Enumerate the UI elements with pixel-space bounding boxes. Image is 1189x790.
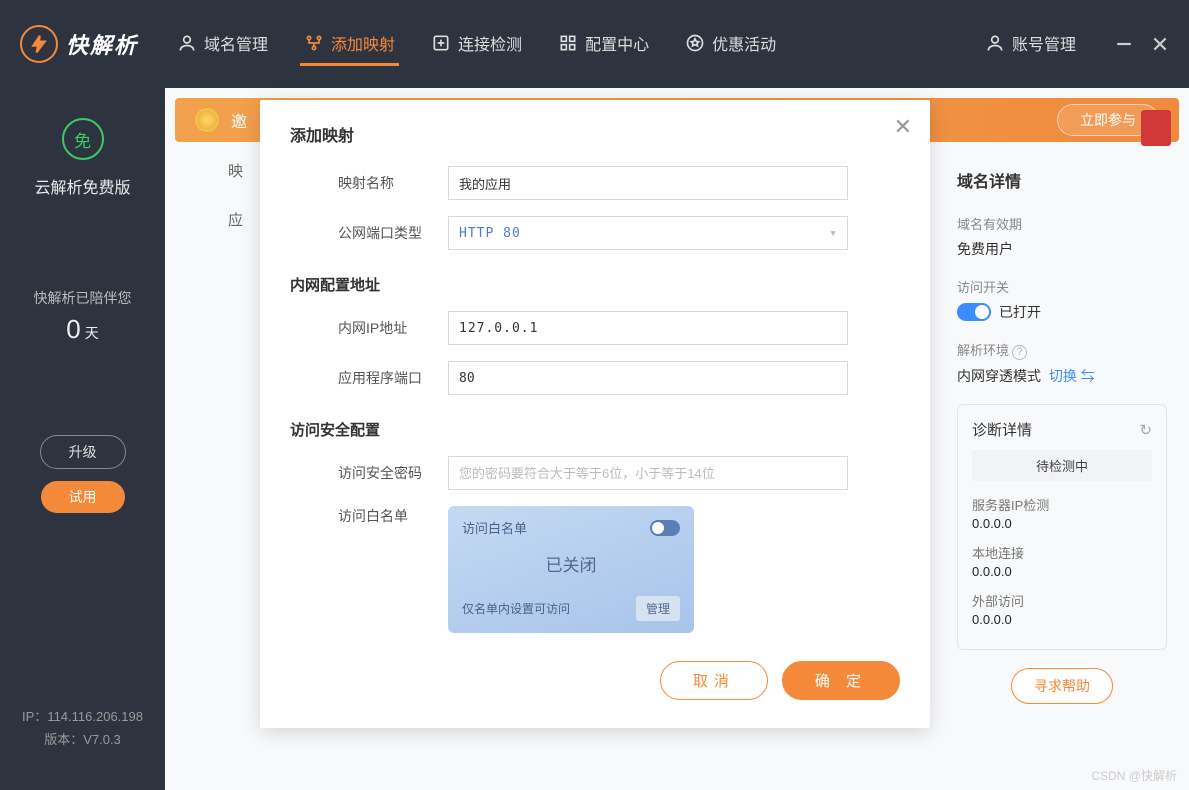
- whitelist-card-title: 访问白名单: [462, 518, 527, 537]
- diag-external: 外部访问0.0.0.0: [972, 591, 1152, 627]
- seek-help-button[interactable]: 寻求帮助: [1011, 668, 1113, 704]
- intranet-ip-input[interactable]: [448, 311, 848, 345]
- diag-title: 诊断详情: [972, 419, 1032, 440]
- grid-icon: [558, 33, 578, 53]
- diag-local: 本地连接0.0.0.0: [972, 543, 1152, 579]
- header: 快解析 域名管理 添加映射 连接检测 配置中心 优惠活动: [0, 0, 1189, 88]
- version-value: V7.0.3: [83, 732, 121, 747]
- user-icon: [985, 33, 1005, 53]
- password-label: 访问安全密码: [338, 463, 448, 483]
- refresh-icon[interactable]: ↻: [1139, 421, 1152, 439]
- env-label: 解析环境?: [957, 340, 1167, 360]
- user-icon: [177, 33, 197, 53]
- star-icon: [685, 33, 705, 53]
- section-security: 访问安全配置: [290, 419, 900, 440]
- whitelist-toggle[interactable]: [650, 520, 680, 536]
- port-type-select[interactable]: HTTP 80 ▾: [448, 216, 848, 250]
- cancel-button[interactable]: 取消: [660, 661, 768, 700]
- whitelist-hint: 仅名单内设置可访问: [462, 600, 570, 617]
- app-port-input[interactable]: [448, 361, 848, 395]
- switch-mode-link[interactable]: 切换 ⇆: [1049, 368, 1095, 384]
- password-input[interactable]: [448, 456, 848, 490]
- mode-row: 内网穿透模式 切换 ⇆: [957, 366, 1167, 386]
- header-right: 账号管理: [981, 23, 1169, 66]
- confirm-button[interactable]: 确 定: [782, 661, 900, 700]
- add-mapping-modal: ✕ 添加映射 映射名称 公网端口类型 HTTP 80 ▾ 内网配置地址 内网IP…: [260, 100, 930, 728]
- minimize-button[interactable]: [1115, 35, 1133, 53]
- logo: 快解析: [20, 25, 138, 63]
- sidebar-title: 云解析免费版: [34, 174, 130, 198]
- chevron-down-icon: ▾: [829, 226, 837, 241]
- help-icon[interactable]: ?: [1012, 345, 1027, 360]
- expiry-label: 域名有效期: [957, 214, 1167, 233]
- coin-icon: [195, 108, 219, 132]
- port-type-label: 公网端口类型: [338, 223, 448, 243]
- logo-text: 快解析: [66, 28, 138, 60]
- access-switch-label: 访问开关: [957, 277, 1167, 296]
- modal-title: 添加映射: [290, 122, 900, 146]
- nav-label: 域名管理: [204, 31, 268, 55]
- whitelist-status: 已关闭: [462, 551, 680, 576]
- close-button[interactable]: [1151, 35, 1169, 53]
- whitelist-manage-button[interactable]: 管理: [636, 596, 680, 621]
- diag-server-ip: 服务器IP检测0.0.0.0: [972, 495, 1152, 531]
- modal-close-button[interactable]: ✕: [894, 114, 912, 140]
- nav-connection-test[interactable]: 连接检测: [427, 23, 526, 66]
- intranet-ip-label: 内网IP地址: [338, 318, 448, 338]
- sidebar-footer: IP：114.116.206.198 版本：V7.0.3: [22, 705, 143, 752]
- nav-label: 添加映射: [331, 31, 395, 55]
- trial-button[interactable]: 试用: [41, 481, 125, 513]
- panel-title: 域名详情: [957, 168, 1167, 192]
- app-port-label: 应用程序端口: [338, 368, 448, 388]
- diagnosis-box: 诊断详情 ↻ 待检测中 服务器IP检测0.0.0.0 本地连接0.0.0.0 外…: [957, 404, 1167, 650]
- diag-status: 待检测中: [972, 450, 1152, 481]
- sidebar: 免 云解析免费版 快解析已陪伴您 0天 升级 试用 IP：114.116.206…: [0, 88, 165, 790]
- check-icon: [431, 33, 451, 53]
- whitelist-card: 访问白名单 已关闭 仅名单内设置可访问 管理: [448, 506, 694, 633]
- expiry-value: 免费用户: [957, 239, 1167, 259]
- mapping-icon: [304, 33, 324, 53]
- nav-label: 连接检测: [458, 31, 522, 55]
- main-nav: 域名管理 添加映射 连接检测 配置中心 优惠活动: [173, 23, 981, 66]
- section-intranet: 内网配置地址: [290, 274, 900, 295]
- nav-account[interactable]: 账号管理: [981, 23, 1080, 66]
- nav-add-mapping[interactable]: 添加映射: [300, 23, 399, 66]
- ip-value: 114.116.206.198: [47, 709, 143, 724]
- red-packet-icon: [1141, 110, 1171, 146]
- whitelist-label: 访问白名单: [338, 506, 448, 526]
- watermark: CSDN @快解析: [1091, 767, 1177, 784]
- mapping-name-label: 映射名称: [338, 173, 448, 193]
- days-count: 0天: [66, 314, 98, 345]
- nav-domain-manage[interactable]: 域名管理: [173, 23, 272, 66]
- access-toggle[interactable]: [957, 303, 991, 321]
- nav-promotions[interactable]: 优惠活动: [681, 23, 780, 66]
- nav-config-center[interactable]: 配置中心: [554, 23, 653, 66]
- account-label: 账号管理: [1012, 31, 1076, 55]
- free-badge-icon: 免: [62, 118, 104, 160]
- upgrade-button[interactable]: 升级: [40, 435, 126, 469]
- logo-icon: [20, 25, 58, 63]
- companion-text: 快解析已陪伴您: [34, 288, 132, 308]
- promo-text-prefix: 邀: [231, 108, 247, 132]
- nav-label: 优惠活动: [712, 31, 776, 55]
- mapping-name-input[interactable]: [448, 166, 848, 200]
- domain-details-panel: 域名详情 域名有效期 免费用户 访问开关 已打开 解析环境? 内网穿透模式 切换…: [953, 160, 1171, 712]
- nav-label: 配置中心: [585, 31, 649, 55]
- access-toggle-state: 已打开: [999, 302, 1041, 322]
